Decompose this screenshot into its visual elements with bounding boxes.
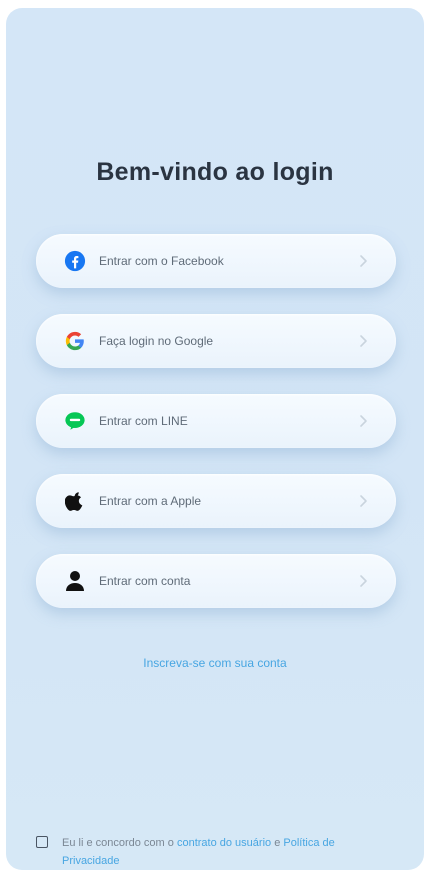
login-screen: Bem-vindo ao login Entrar com o Facebook: [6, 8, 424, 870]
chevron-right-icon: [354, 412, 372, 430]
chevron-right-icon: [354, 332, 372, 350]
apple-icon: [63, 489, 87, 513]
line-login-label: Entrar com LINE: [99, 414, 188, 428]
register-link[interactable]: Inscreva-se com sua conta: [6, 656, 424, 670]
user-icon: [63, 569, 87, 593]
account-login-label: Entrar com conta: [99, 574, 191, 588]
consent-checkbox[interactable]: [36, 836, 48, 848]
consent-prefix: Eu li e concordo com o: [62, 837, 174, 849]
consent-connector: e: [274, 837, 281, 849]
facebook-icon: [63, 249, 87, 273]
facebook-login-label: Entrar com o Facebook: [99, 254, 224, 268]
apple-login-label: Entrar com a Apple: [99, 494, 202, 508]
line-login-button[interactable]: Entrar com LINE: [36, 394, 396, 448]
chevron-right-icon: [354, 252, 372, 270]
google-login-button[interactable]: Faça login no Google: [36, 314, 396, 368]
line-icon: [63, 409, 87, 433]
consent-row: Eu li e concordo com o contrato do usuár…: [36, 834, 376, 870]
google-icon: [63, 329, 87, 353]
account-login-button[interactable]: Entrar com conta: [36, 554, 396, 608]
consent-text: Eu li e concordo com o contrato do usuár…: [62, 834, 376, 870]
chevron-right-icon: [354, 492, 372, 510]
page-title: Bem-vindo ao login: [96, 158, 334, 186]
google-login-label: Faça login no Google: [99, 334, 214, 348]
terms-link[interactable]: contrato do usuário: [177, 837, 271, 849]
chevron-right-icon: [354, 572, 372, 590]
apple-login-button[interactable]: Entrar com a Apple: [36, 474, 396, 528]
login-options-list: Entrar com o Facebook Faça login no Goog…: [36, 234, 396, 634]
facebook-login-button[interactable]: Entrar com o Facebook: [36, 234, 396, 288]
